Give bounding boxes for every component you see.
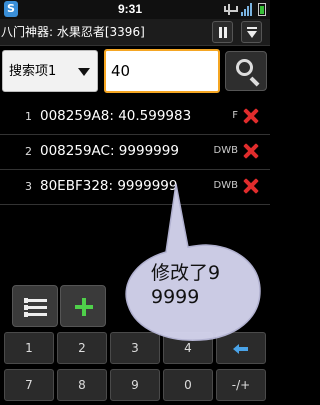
menu-button[interactable] [241,21,262,43]
app-notification-icon: S [4,1,18,17]
key-1[interactable]: 1 [4,332,54,364]
key-8[interactable]: 8 [57,369,107,401]
result-row[interactable]: 1 008259A8: 40.599983 F [0,100,270,135]
search-row: 搜索项1 40 [0,48,270,98]
usb-icon [223,3,238,16]
numeric-keypad: 1 2 3 4 7 8 9 0 -/+ [0,332,270,405]
list-icon [24,298,47,317]
app-title: 八门神器: 水果忍者[3396] [1,25,145,39]
status-bar: S 9:31 [0,0,270,19]
result-type: F [232,110,238,121]
annotation-text: 修改了9 9999 [151,261,255,309]
clock: 9:31 [118,2,143,16]
delete-icon[interactable] [243,108,259,124]
add-icon [75,298,93,316]
result-row[interactable]: 3 80EBF328: 9999999 DWB [0,170,270,205]
annotation-line-1: 修改了9 [151,262,221,284]
add-button[interactable] [60,285,106,327]
result-address-value[interactable]: 008259AC: 9999999 [40,142,179,160]
search-value-input[interactable]: 40 [104,49,220,93]
result-type: DWB [213,145,238,156]
key-3[interactable]: 3 [110,332,160,364]
dropdown-arrow-icon [78,68,90,76]
chevron-down-icon [247,31,257,38]
title-bar: 八门神器: 水果忍者[3396] [0,19,270,46]
backspace-icon [233,343,249,355]
sign-toggle-key[interactable]: -/+ [216,369,266,401]
delete-icon[interactable] [243,178,259,194]
search-type-label: 搜索项1 [9,64,57,79]
delete-icon[interactable] [243,143,259,159]
search-button[interactable] [225,51,267,91]
key-4[interactable]: 4 [163,332,213,364]
result-address-value[interactable]: 80EBF328: 9999999 [40,177,177,195]
results-list: 1 008259A8: 40.599983 F 2 008259AC: 9999… [0,100,270,205]
pause-button[interactable] [212,21,233,43]
search-icon [236,59,253,76]
annotation-line-2: 9999 [151,286,200,308]
key-9[interactable]: 9 [110,369,160,401]
result-index: 2 [25,145,32,158]
result-index: 3 [25,180,32,193]
result-row[interactable]: 2 008259AC: 9999999 DWB [0,135,270,170]
result-address-value[interactable]: 008259A8: 40.599983 [40,107,191,125]
key-0[interactable]: 0 [163,369,213,401]
key-7[interactable]: 7 [4,369,54,401]
backspace-key[interactable] [216,332,266,364]
result-type: DWB [213,180,238,191]
search-type-dropdown[interactable]: 搜索项1 [2,50,98,92]
menu-bar-icon [247,27,257,29]
battery-icon [258,3,266,16]
result-index: 1 [25,110,32,123]
status-icons [223,3,266,16]
key-2[interactable]: 2 [57,332,107,364]
signal-icon [240,3,253,16]
results-list-button[interactable] [12,285,58,327]
